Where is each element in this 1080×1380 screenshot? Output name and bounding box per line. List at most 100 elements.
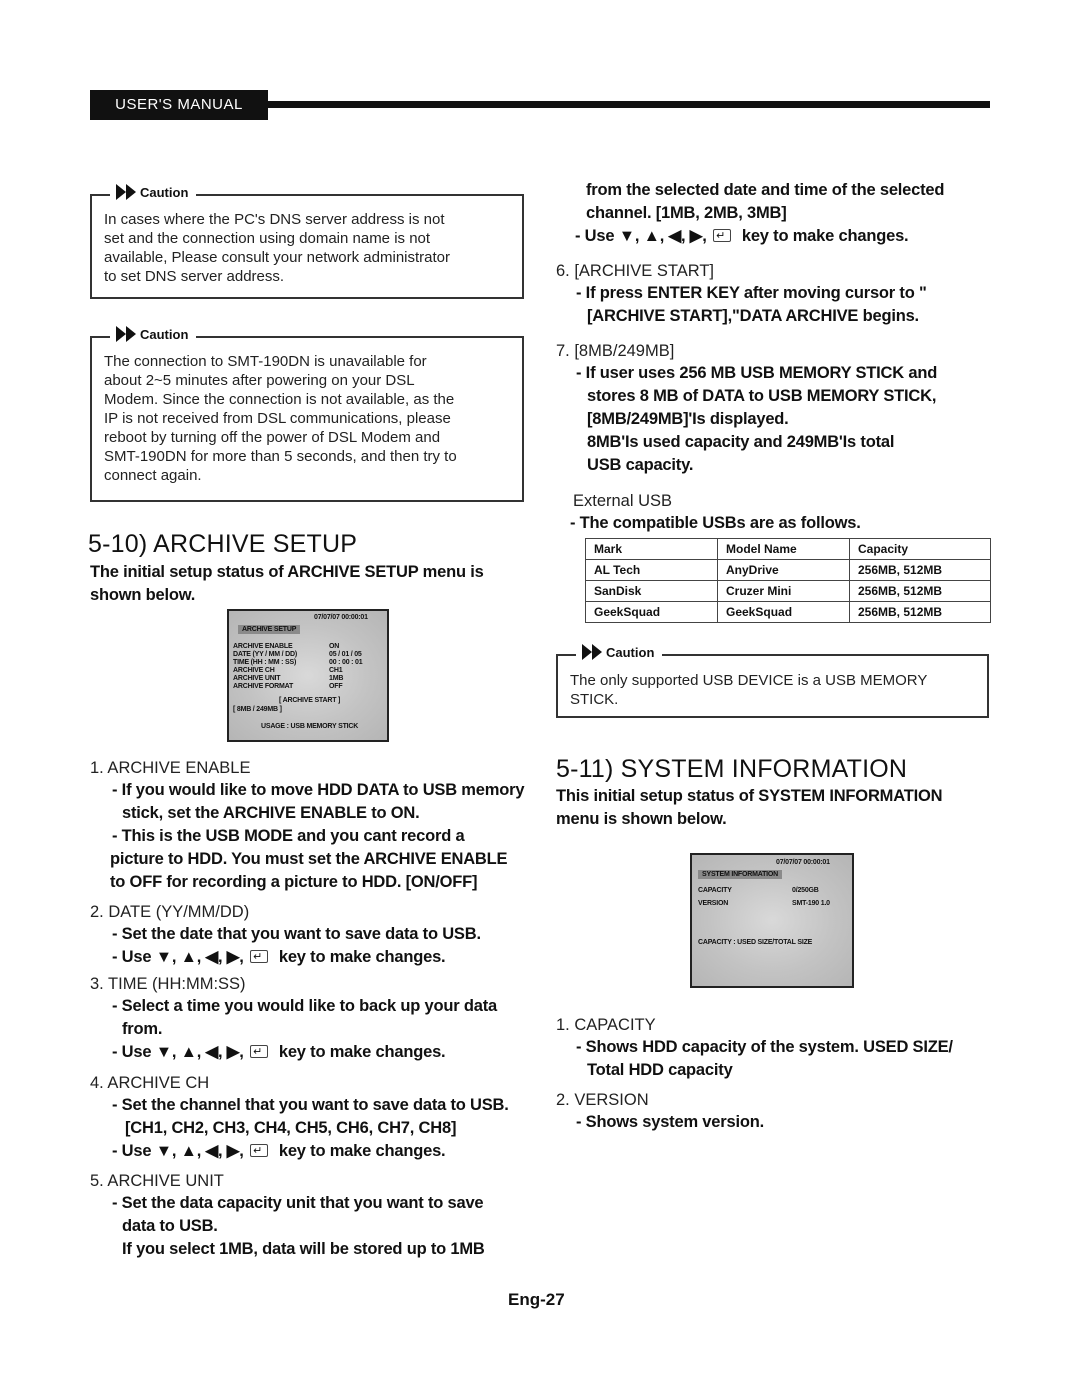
caution-box-dns: Caution In cases where the PC's DNS serv… bbox=[90, 184, 524, 299]
caution-line: STICK. bbox=[570, 691, 619, 708]
double-arrow-icon bbox=[116, 184, 136, 200]
continued-line: channel. [1MB, 2MB, 3MB] bbox=[586, 204, 787, 222]
caution-line: SMT-190DN for more than 5 seconds, and t… bbox=[104, 448, 457, 465]
table-header-row: Mark Model Name Capacity bbox=[585, 538, 991, 560]
screen-row-label: TIME (HH : MM : SS) bbox=[233, 659, 297, 666]
key-list: - Use ▼, ▲, ◀, ▶, bbox=[112, 948, 244, 966]
table-header: Capacity bbox=[849, 538, 991, 560]
intro-line: menu is shown below. bbox=[556, 810, 727, 828]
table-row: GeekSquad GeekSquad 256MB, 512MB bbox=[585, 601, 991, 623]
screen-archive-start: [ ARCHIVE START ] bbox=[279, 697, 341, 704]
screen-row-label: ARCHIVE UNIT bbox=[233, 675, 281, 682]
item-line: [8MB/249MB]'Is displayed. bbox=[587, 410, 789, 428]
item-heading: 4. ARCHIVE CH bbox=[90, 1074, 210, 1092]
screen-usage: USAGE : USB MEMORY STICK bbox=[261, 723, 359, 730]
screen-title: SYSTEM INFORMATION bbox=[698, 870, 782, 879]
enter-key-icon bbox=[250, 1140, 269, 1163]
caution-line: about 2~5 minutes after powering on your… bbox=[104, 372, 415, 389]
screen-note: CAPACITY : USED SIZE/TOTAL SIZE bbox=[698, 939, 813, 946]
key-instruction: - Use ▼, ▲, ◀, ▶, key to make changes. bbox=[90, 1140, 550, 1163]
item-line: - If you would like to move HDD DATA to … bbox=[112, 781, 525, 799]
item-line: picture to HDD. You must set the ARCHIVE… bbox=[110, 850, 508, 868]
item-line: - Set the date that you want to save dat… bbox=[112, 925, 481, 943]
item-line: to OFF for recording a picture to HDD. [… bbox=[110, 873, 478, 891]
item-heading: 2. DATE (YY/MM/DD) bbox=[90, 903, 250, 921]
table-header: Model Name bbox=[717, 538, 850, 560]
screen-row-label: VERSION bbox=[698, 900, 729, 907]
caution-line: available, Please consult your network a… bbox=[104, 249, 451, 266]
item-line: stores 8 MB of DATA to USB MEMORY STICK, bbox=[587, 387, 937, 405]
table-row: SanDisk Cruzer Mini 256MB, 512MB bbox=[585, 580, 991, 602]
table-header: Mark bbox=[585, 538, 718, 560]
item-line: stick, set the ARCHIVE ENABLE to ON. bbox=[122, 804, 420, 822]
caution-line: set and the connection using domain name… bbox=[104, 230, 431, 247]
intro-line: This initial setup status of SYSTEM INFO… bbox=[556, 787, 943, 805]
key-tail: key to make changes. bbox=[278, 948, 446, 966]
item-heading: 2. VERSION bbox=[556, 1091, 649, 1109]
table-row: AL Tech AnyDrive 256MB, 512MB bbox=[585, 559, 991, 581]
item-line: - Set the channel that you want to save … bbox=[112, 1096, 509, 1114]
caution-line: reboot by turning off the power of DSL M… bbox=[104, 429, 441, 446]
item-heading: 5. ARCHIVE UNIT bbox=[90, 1172, 224, 1190]
key-instruction: - Use ▼, ▲, ◀, ▶, key to make changes. bbox=[90, 946, 550, 969]
manual-header-label: USER'S MANUAL bbox=[90, 90, 268, 120]
item-line: [ARCHIVE START],"DATA ARCHIVE begins. bbox=[587, 307, 919, 325]
screen-title: ARCHIVE SETUP bbox=[238, 625, 301, 634]
screen-row-value: 1MB bbox=[329, 675, 344, 682]
caution-line: to set DNS server address. bbox=[104, 268, 285, 285]
item-line: - Shows HDD capacity of the system. USED… bbox=[576, 1038, 953, 1056]
item-line: - If user uses 256 MB USB MEMORY STICK a… bbox=[576, 364, 938, 382]
screen-row-value: 05 / 01 / 05 bbox=[329, 651, 362, 658]
system-information-screen: 07/07/07 00:00:01 SYSTEM INFORMATION CAP… bbox=[690, 853, 854, 988]
key-tail: key to make changes. bbox=[278, 1043, 446, 1061]
key-instruction: - Use ▼, ▲, ◀, ▶, key to make changes. bbox=[555, 225, 995, 248]
caution-line: The connection to SMT-190DN is unavailab… bbox=[104, 353, 427, 370]
item-line: - Shows system version. bbox=[576, 1113, 764, 1131]
key-list: - Use ▼, ▲, ◀, ▶, bbox=[575, 227, 707, 245]
item-heading: 3. TIME (HH:MM:SS) bbox=[90, 975, 246, 993]
item-heading: 6. [ARCHIVE START] bbox=[556, 262, 715, 280]
item-line: - This is the USB MODE and you cant reco… bbox=[112, 827, 465, 845]
caution-line: connect again. bbox=[104, 467, 202, 484]
item-line: - Select a time you would like to back u… bbox=[112, 997, 497, 1015]
table-cell: 256MB, 512MB bbox=[849, 580, 991, 602]
intro-line: shown below. bbox=[90, 586, 196, 604]
item-line: - If press ENTER KEY after moving cursor… bbox=[576, 284, 927, 302]
table-cell: 256MB, 512MB bbox=[849, 559, 991, 581]
item-line: 8MB'Is used capacity and 249MB'Is total bbox=[587, 433, 895, 451]
intro-line: The initial setup status of ARCHIVE SETU… bbox=[90, 563, 484, 581]
screen-datetime: 07/07/07 00:00:01 bbox=[314, 614, 368, 621]
double-arrow-icon bbox=[116, 326, 136, 342]
caution-box-usb: Caution The only supported USB DEVICE is… bbox=[556, 644, 989, 718]
screen-row-label: ARCHIVE ENABLE bbox=[233, 643, 293, 650]
external-usb-heading: External USB bbox=[573, 492, 673, 510]
compatible-usb-table: Mark Model Name Capacity AL Tech AnyDriv… bbox=[585, 538, 991, 623]
table-cell: Cruzer Mini bbox=[717, 580, 850, 602]
enter-key-icon bbox=[713, 225, 732, 248]
table-cell: GeekSquad bbox=[717, 601, 850, 623]
item-line: data to USB. bbox=[122, 1217, 218, 1235]
item-line: [CH1, CH2, CH3, CH4, CH5, CH6, CH7, CH8] bbox=[125, 1119, 457, 1137]
screen-usage-capacity: [ 8MB / 249MB ] bbox=[233, 706, 282, 713]
key-tail: key to make changes. bbox=[278, 1142, 446, 1160]
screen-row-value: OFF bbox=[329, 683, 343, 690]
screen-row-value: CH1 bbox=[329, 667, 343, 674]
item-heading: 7. [8MB/249MB] bbox=[556, 342, 675, 360]
caution-title: Caution bbox=[606, 644, 655, 660]
enter-key-icon bbox=[250, 946, 269, 969]
screen-row-value: 00 : 00 : 01 bbox=[329, 659, 363, 666]
table-cell: AnyDrive bbox=[717, 559, 850, 581]
header-rule bbox=[268, 101, 990, 108]
table-cell: SanDisk bbox=[585, 580, 718, 602]
caution-title: Caution bbox=[140, 184, 189, 200]
table-cell: 256MB, 512MB bbox=[849, 601, 991, 623]
caution-line: Modem. Since the connection is not avail… bbox=[104, 391, 455, 408]
enter-key-icon bbox=[250, 1041, 269, 1064]
item-heading: 1. ARCHIVE ENABLE bbox=[90, 759, 251, 777]
caution-title: Caution bbox=[140, 326, 189, 342]
screen-datetime: 07/07/07 00:00:01 bbox=[776, 859, 830, 866]
section-title-archive-setup: 5-10) ARCHIVE SETUP bbox=[88, 530, 358, 558]
screen-row-label: DATE (YY / MM / DD) bbox=[233, 651, 297, 658]
key-list: - Use ▼, ▲, ◀, ▶, bbox=[112, 1043, 244, 1061]
page-number: Eng-27 bbox=[508, 1290, 565, 1309]
